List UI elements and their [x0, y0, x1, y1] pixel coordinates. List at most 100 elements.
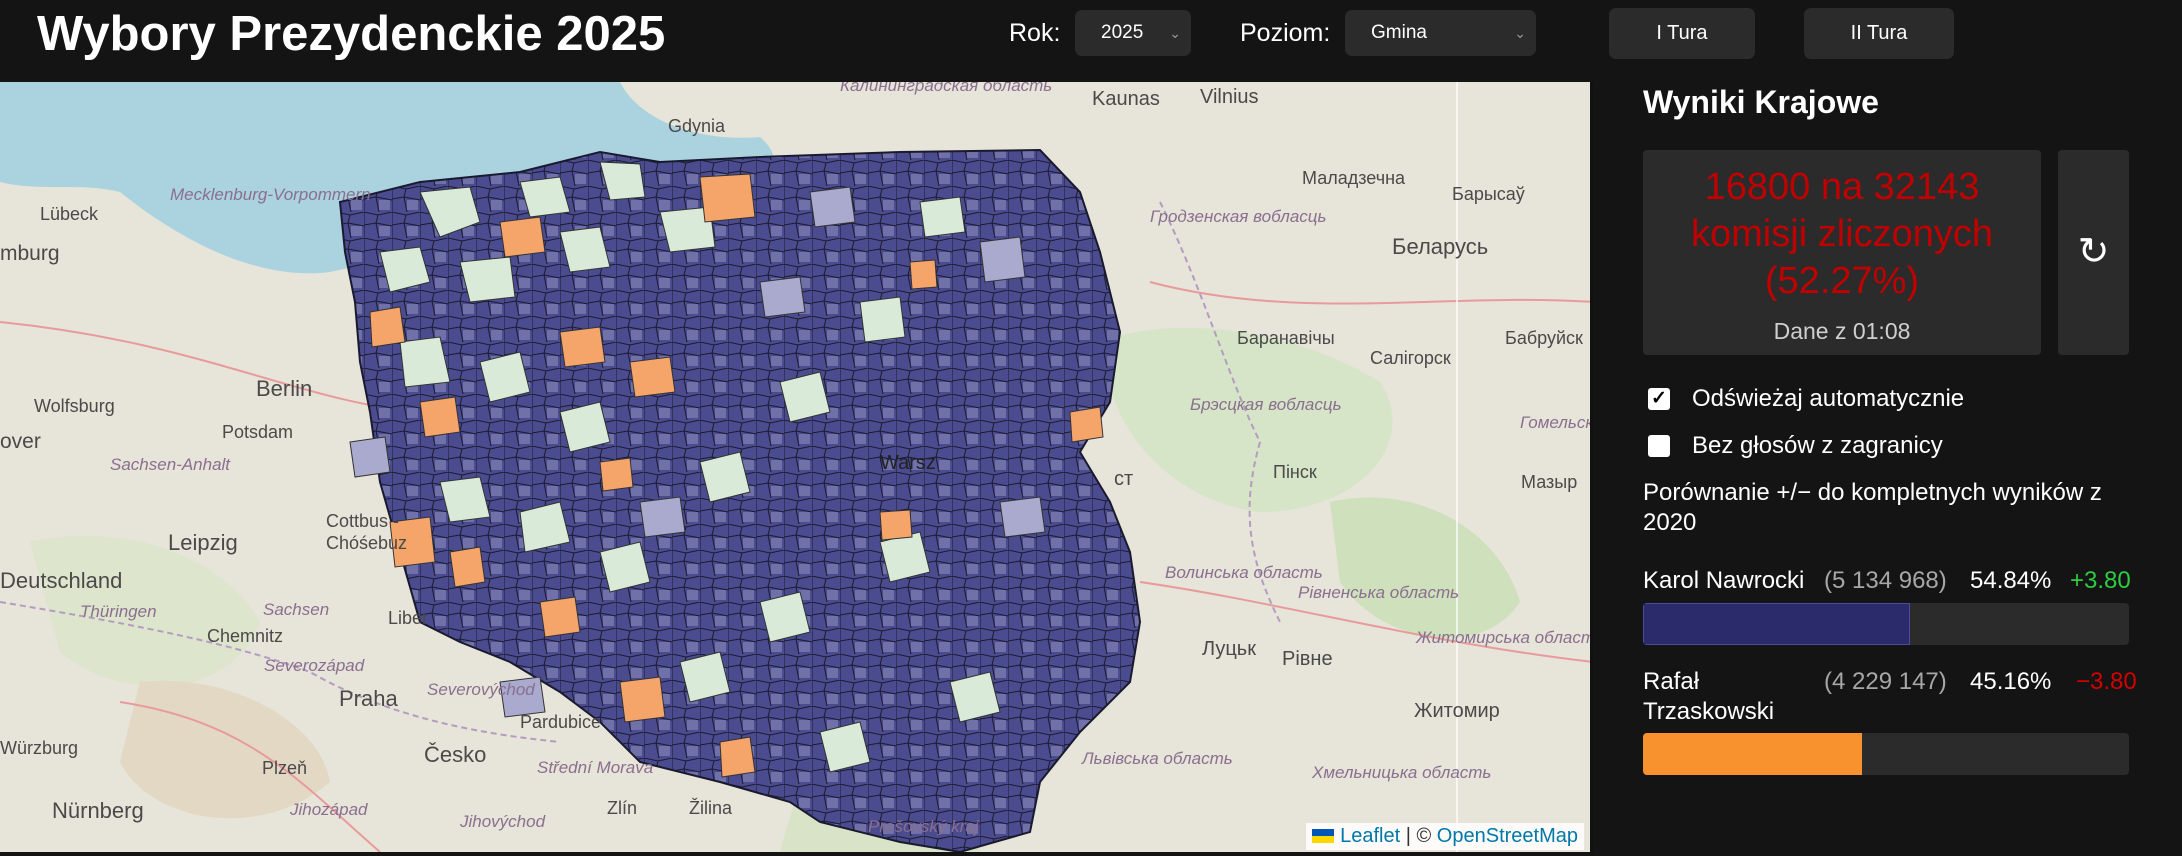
map-label-rivne: Рівне	[1282, 648, 1333, 670]
map-label-mecklenburg: Mecklenburg-Vorpommern	[170, 185, 371, 204]
map-label-praha: Praha	[339, 686, 398, 711]
map-label-jihovychod: Jihovýchod	[460, 812, 546, 831]
leaflet-link[interactable]: Leaflet	[1340, 825, 1400, 847]
candidate-percent: 45.16%	[1970, 668, 2052, 695]
map-label-severozapad: Severozápad	[264, 656, 365, 675]
refresh-icon: ↻	[2077, 231, 2110, 273]
map-label-rivne-obl: Рівненська область	[1298, 583, 1460, 602]
map-label-presovsky: Prešovský kraj	[868, 817, 979, 836]
map-label-kaliningrad: Калининградская область	[840, 82, 1053, 95]
candidate-percent: 54.84%	[1970, 567, 2052, 594]
map-label-belarus: Беларусь	[1392, 234, 1489, 259]
level-select-value: Gmina	[1371, 22, 1427, 43]
panel-title: Wyniki Krajowe	[1643, 84, 1879, 120]
candidate-bar-track	[1643, 733, 2129, 775]
comparison-note: Porównanie +/− do kompletnych wyników z …	[1643, 479, 2102, 536]
map-label-baranavichy: Баранавічы	[1237, 328, 1335, 348]
candidate-name: Rafał Trzaskowski	[1643, 668, 1775, 725]
map-label-hrodna-obl: Гродзенская вобласць	[1150, 207, 1327, 226]
forest-area	[1330, 497, 1520, 639]
map-label-brest-obl: Брэсцкая вобласць	[1190, 395, 1342, 414]
map-label-pinsk: Пінск	[1273, 462, 1317, 482]
map-label-zhytomyr-obl: Житомирська область	[1416, 628, 1593, 647]
map-label-pardubice: Pardubice	[520, 712, 602, 732]
openstreetmap-link[interactable]: OpenStreetMap	[1437, 825, 1578, 847]
count-box: 16800 na 32143 komisji zliczonych (52.27…	[1643, 150, 2041, 355]
auto-refresh-checkbox[interactable]: ✓	[1648, 388, 1670, 410]
map-label-zlin: Zlín	[607, 798, 638, 818]
candidate-bar-track	[1643, 603, 2129, 645]
year-label: Rok:	[1009, 19, 1061, 47]
map-label-zhytomyr: Житомир	[1414, 700, 1500, 722]
round-1-button[interactable]: I Tura	[1609, 8, 1755, 59]
no-abroad-label: Bez głosów z zagranicy	[1692, 432, 1943, 459]
candidate-diff: +3.80	[2070, 567, 2131, 594]
map-label-brest: ст	[1114, 468, 1134, 490]
map-label-potsdam: Potsdam	[222, 422, 294, 442]
map-label-maladzechna: Маладзечна	[1302, 168, 1406, 188]
map-label-sachsen: Sachsen	[263, 600, 330, 619]
chevron-down-icon: ⌄	[1169, 25, 1181, 41]
map-label-berlin: Berlin	[256, 376, 313, 401]
data-timestamp: Dane z 01:08	[1773, 318, 1911, 344]
forest-area	[1100, 327, 1393, 512]
candidate-diff: −3.80	[2076, 668, 2137, 695]
map-label-khmelnytskyi-obl: Хмельницька область	[1312, 763, 1492, 782]
map-label-lutsk: Луцьк	[1202, 638, 1256, 660]
map-label-plzen: Plzeň	[262, 758, 308, 778]
candidate-bar-fill	[1643, 733, 1863, 775]
candidate-votes: (4 229 147)	[1824, 668, 1947, 695]
year-select-value: 2025	[1101, 22, 1144, 43]
map-label-salihorsk: Салігорск	[1370, 348, 1451, 368]
map-label-gdynia: Gdynia	[668, 116, 726, 136]
map-label-warsaw: Warsz	[880, 452, 936, 474]
map-label-cesko: Česko	[424, 742, 487, 767]
candidate-bar-fill	[1643, 603, 1910, 645]
map-label-liberec: Liber	[388, 608, 429, 628]
count-progress-text: 16800 na 32143 komisji zliczonych (52.27…	[1691, 166, 1993, 302]
map-label-babruysk: Бабруйск	[1505, 328, 1583, 348]
map-label-wolfsburg: Wolfsburg	[34, 396, 115, 416]
map-label-hamburg: mburg	[0, 242, 60, 265]
refresh-button[interactable]: ↻	[2058, 150, 2129, 355]
map-label-vilnius: Vilnius	[1200, 86, 1259, 108]
map-label-cottbus: Cottbus - Chóśebuz	[326, 511, 408, 553]
auto-refresh-label: Odświeżaj automatycznie	[1692, 385, 1965, 412]
map-label-mazyr: Мазыр	[1521, 472, 1578, 492]
year-select[interactable]: 2025 ⌄	[1075, 10, 1191, 56]
no-abroad-checkbox[interactable]	[1648, 435, 1670, 457]
candidate-votes: (5 134 968)	[1824, 567, 1947, 594]
round-2-button[interactable]: II Tura	[1804, 8, 1954, 59]
map-label-hanover: over	[0, 430, 41, 453]
map-label-stredni-morava: Střední Morava	[537, 758, 654, 777]
page-title: Wybory Prezydenckie 2025	[37, 7, 666, 61]
map-label-lviv-obl: Львівська область	[1082, 749, 1233, 768]
election-map[interactable]: Калининградская область Kaunas Vilnius G…	[0, 82, 1593, 852]
level-select[interactable]: Gmina ⌄	[1345, 10, 1536, 56]
map-label-lubeck: Lübeck	[40, 204, 99, 224]
attribution-separator: | ©	[1400, 825, 1437, 847]
map-label-leipzig: Leipzig	[168, 530, 238, 555]
map-label-deutschland: Deutschland	[0, 568, 123, 593]
candidate-name: Karol Nawrocki	[1643, 567, 1805, 594]
map-label-nurnberg: Nürnberg	[52, 798, 144, 823]
map-label-homel-obl: Гомельская вобласць	[1520, 413, 1593, 432]
hill-area	[120, 680, 330, 819]
map-label-zilina: Žilina	[689, 798, 733, 818]
map-label-thuringen: Thüringen	[80, 602, 157, 621]
ukraine-flag-icon	[1312, 829, 1335, 843]
map-label-jihozapad: Jihozápad	[290, 800, 368, 819]
chevron-down-icon: ⌄	[1514, 25, 1526, 41]
map-attribution: Leaflet | © OpenStreetMap	[1306, 823, 1584, 850]
map-label-chemnitz: Chemnitz	[207, 626, 284, 646]
map-label-kaunas: Kaunas	[1092, 88, 1160, 110]
top-bar: Wybory Prezydenckie 2025 Rok: 2025 ⌄ Poz…	[0, 0, 2182, 82]
map-label-barysau: Барысаў	[1452, 184, 1525, 204]
level-label: Poziom:	[1240, 19, 1331, 47]
results-panel: Wyniki Krajowe 16800 na 32143 komisji zl…	[1596, 82, 2182, 856]
map-label-sachsen-anhalt: Sachsen-Anhalt	[110, 455, 231, 474]
map-label-severovychod: Severovýchod	[427, 680, 535, 699]
map-label-volyn-obl: Волинська область	[1165, 563, 1323, 582]
map-label-wurzburg: Würzburg	[0, 738, 79, 758]
road	[1149, 281, 1590, 305]
